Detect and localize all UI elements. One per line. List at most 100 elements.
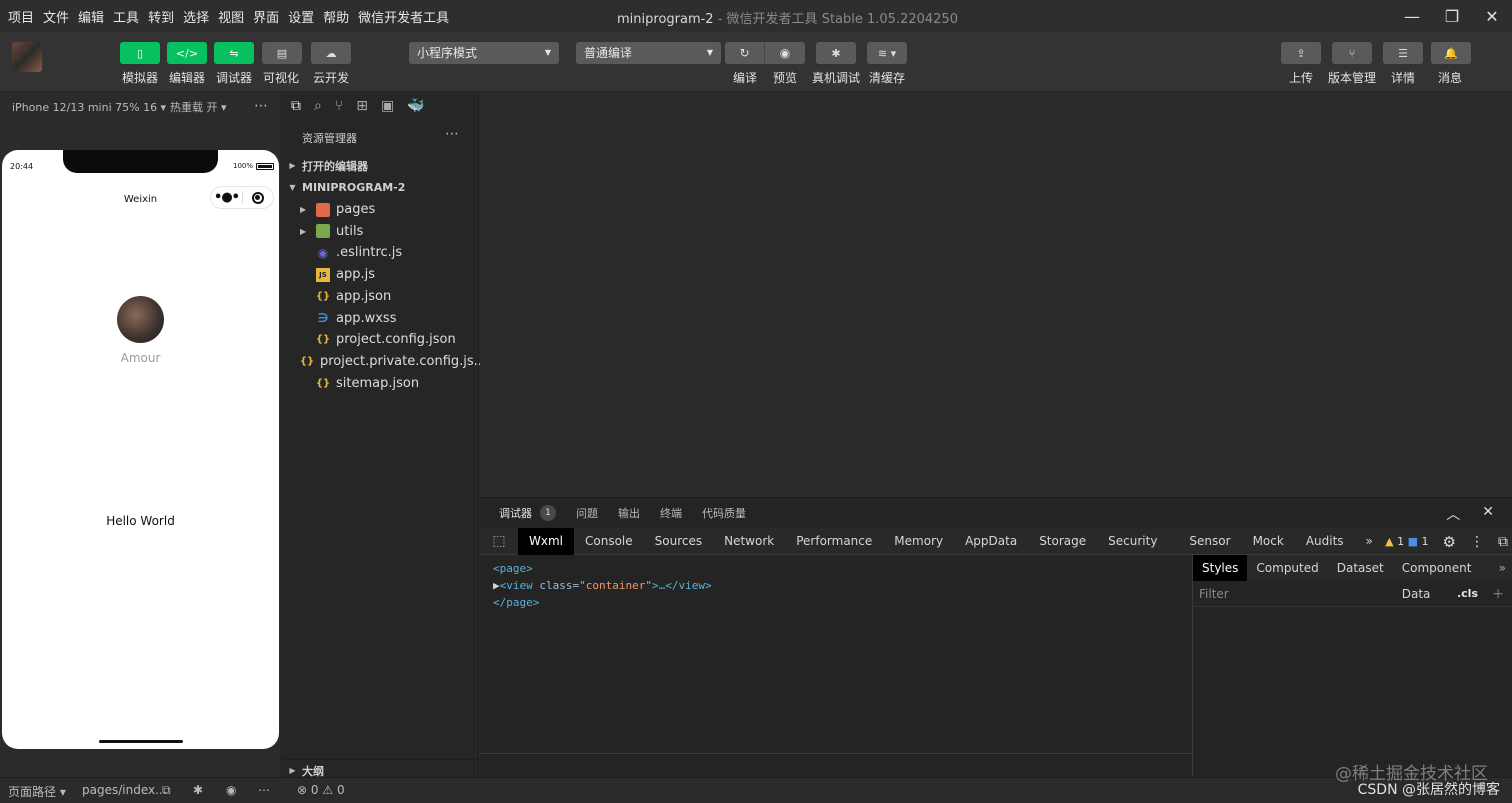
tab-dataset[interactable]: Dataset xyxy=(1328,555,1393,581)
visual-toggle-button[interactable]: ▤ xyxy=(262,42,302,64)
menu-item-help[interactable]: 帮助 xyxy=(323,7,349,26)
devtools-tab-mock[interactable]: Mock xyxy=(1242,528,1295,555)
tab-component-data[interactable]: Component Data xyxy=(1393,555,1512,601)
devtools-tab-wxml[interactable]: Wxml xyxy=(518,527,574,555)
editor-area[interactable] xyxy=(480,92,1512,497)
restore-icon[interactable]: ❐ xyxy=(1432,0,1472,32)
simulator-toggle-button[interactable]: ▯ xyxy=(120,42,160,64)
wxml-view-node[interactable]: ▶<view class="container">…</view> xyxy=(493,577,1179,594)
close-icon[interactable]: ✕ xyxy=(1482,504,1494,524)
extensions-icon[interactable]: ⊞ xyxy=(356,98,368,114)
menu-item-settings[interactable]: 设置 xyxy=(288,7,314,26)
file-tree-item[interactable]: ▶ utils xyxy=(283,221,479,242)
eye-icon[interactable]: ◉ xyxy=(765,42,805,64)
clear-cache-button[interactable]: ≋ ▾ xyxy=(867,42,907,64)
copy-icon[interactable]: ⧉ xyxy=(162,783,171,798)
refresh-icon[interactable]: ↻ xyxy=(725,42,765,64)
collapse-icon[interactable]: ︿ xyxy=(1446,504,1460,524)
debugger-toggle-button[interactable]: ⇋ xyxy=(214,42,254,64)
hot-reload-select[interactable]: 热重载 开 ▾ xyxy=(170,99,227,115)
menu-item-edit[interactable]: 编辑 xyxy=(78,7,104,26)
tab-issues[interactable]: 问题 xyxy=(576,505,598,521)
file-tree-item[interactable]: {} project.private.config.js... xyxy=(283,351,486,372)
storage-icon[interactable]: ▣ xyxy=(381,98,394,114)
tab-computed[interactable]: Computed xyxy=(1247,555,1327,581)
devtools-tab-sources[interactable]: Sources xyxy=(644,528,713,555)
inspect-icon[interactable]: ⬚ xyxy=(480,533,518,549)
devtools-tab-appdata[interactable]: AppData xyxy=(954,528,1028,555)
cls-toggle[interactable]: .cls xyxy=(1457,587,1478,600)
menu-item-tools[interactable]: 工具 xyxy=(113,7,139,26)
open-editors-section[interactable]: ▶ 打开的编辑器 xyxy=(283,155,479,176)
file-tree-item[interactable]: {} app.json xyxy=(283,286,479,307)
file-tree-item[interactable]: ▶ pages xyxy=(283,199,479,220)
upload-button[interactable]: ⇪ xyxy=(1281,42,1321,64)
menu-item-goto[interactable]: 转到 xyxy=(148,7,174,26)
current-page-path[interactable]: pages/index... xyxy=(82,783,167,797)
tab-quality[interactable]: 代码质量 xyxy=(702,505,746,521)
gear-icon[interactable]: ⚙ xyxy=(1443,533,1456,551)
user-avatar[interactable] xyxy=(12,42,42,72)
expand-triangle-icon[interactable]: ▶ xyxy=(493,579,500,592)
more-icon[interactable]: ⋯ xyxy=(254,98,268,114)
menu-item-select[interactable]: 选择 xyxy=(183,7,209,26)
user-avatar-large[interactable] xyxy=(117,296,164,343)
mode-select[interactable]: 小程序模式 ▼ xyxy=(409,42,559,64)
cloud-button[interactable]: ☁ xyxy=(311,42,351,64)
project-section[interactable]: ▼ MINIPROGRAM-2 xyxy=(283,177,479,198)
close-icon[interactable]: ✕ xyxy=(1472,0,1512,32)
messages-button[interactable]: 🔔 xyxy=(1431,42,1471,64)
menu-item-view[interactable]: 视图 xyxy=(218,7,244,26)
tab-styles[interactable]: Styles xyxy=(1193,555,1248,581)
capsule-close-icon[interactable] xyxy=(243,191,273,204)
files-icon[interactable]: ⧉ xyxy=(291,98,301,114)
kebab-icon[interactable]: ⋮ xyxy=(1470,534,1484,550)
editor-toggle-button[interactable]: </> xyxy=(167,42,207,64)
tab-debugger[interactable]: 调试器 1 xyxy=(499,504,556,521)
tab-output[interactable]: 输出 xyxy=(618,505,640,521)
filter-input[interactable]: Filter xyxy=(1199,587,1229,601)
file-tree-item[interactable]: {} sitemap.json xyxy=(283,373,479,394)
real-device-debug-button[interactable]: ✱ xyxy=(816,42,856,64)
devtools-overflow-icon[interactable]: » xyxy=(1355,528,1384,555)
warnings-count[interactable]: ▲ 1 ■ 1 xyxy=(1385,535,1428,548)
capsule-more-icon[interactable]: •●• xyxy=(211,190,242,205)
overflow-icon[interactable]: » xyxy=(1499,561,1506,575)
menu-item-interface[interactable]: 界面 xyxy=(253,7,279,26)
devtools-tab-performance[interactable]: Performance xyxy=(785,528,883,555)
problems-summary[interactable]: ⊗ 0 ⚠ 0 xyxy=(297,783,345,797)
devtools-tab-network[interactable]: Network xyxy=(713,528,785,555)
preview-label[interactable]: 预览 xyxy=(773,69,797,86)
device-select[interactable]: iPhone 12/13 mini 75% 16 ▾ xyxy=(12,101,166,114)
outline-section[interactable]: ▶ 大纲 xyxy=(283,759,479,778)
devtools-tab-storage[interactable]: Storage xyxy=(1028,528,1097,555)
menu-item-project[interactable]: 项目 xyxy=(8,7,34,26)
devtools-tab-security[interactable]: Security xyxy=(1097,528,1168,555)
wxml-page-close[interactable]: </page> xyxy=(493,594,1179,611)
file-tree-item[interactable]: {} project.config.json xyxy=(283,329,479,350)
file-tree-item[interactable]: ∋ app.wxss xyxy=(283,308,479,329)
wxml-page-open[interactable]: <page> xyxy=(493,560,1179,577)
menu-item-devtools[interactable]: 微信开发者工具 xyxy=(358,7,449,26)
page-path-select[interactable]: 页面路径 ▾ xyxy=(8,783,66,800)
compile-label[interactable]: 编译 xyxy=(733,69,757,86)
file-tree-item[interactable]: ◉ .eslintrc.js xyxy=(283,242,479,263)
plus-icon[interactable]: + xyxy=(1492,586,1504,602)
devtools-tab-sensor[interactable]: Sensor xyxy=(1178,528,1241,555)
devtools-tab-memory[interactable]: Memory xyxy=(883,528,954,555)
undock-icon[interactable]: ⧉ xyxy=(1498,534,1508,550)
docker-icon[interactable]: 🐳 xyxy=(407,98,424,114)
eye-icon[interactable]: ◉ xyxy=(226,783,236,797)
details-button[interactable]: ☰ xyxy=(1383,42,1423,64)
bug-icon[interactable]: ✱ xyxy=(193,783,203,797)
devtools-tab-console[interactable]: Console xyxy=(574,528,644,555)
file-tree-item[interactable]: JS app.js xyxy=(283,264,479,285)
devtools-tab-audits[interactable]: Audits xyxy=(1295,528,1355,555)
menu-item-file[interactable]: 文件 xyxy=(43,7,69,26)
compile-mode-select[interactable]: 普通编译 ▼ xyxy=(576,42,721,64)
more-icon[interactable]: ⋯ xyxy=(258,783,270,797)
source-control-icon[interactable]: ⑂ xyxy=(335,98,343,114)
tab-terminal[interactable]: 终端 xyxy=(660,505,682,521)
version-button[interactable]: ⑂ xyxy=(1332,42,1372,64)
minimize-icon[interactable]: — xyxy=(1392,0,1432,32)
